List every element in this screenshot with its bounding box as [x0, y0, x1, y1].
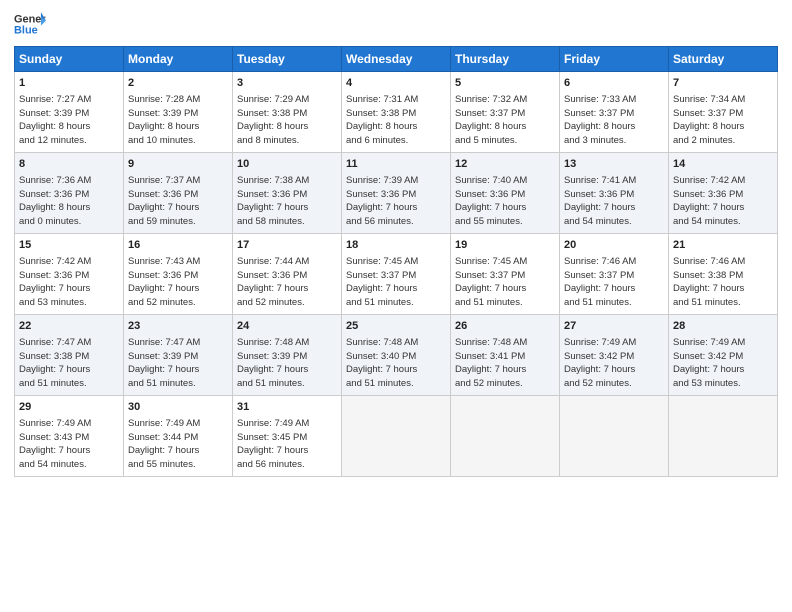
calendar-week-row: 8Sunrise: 7:36 AMSunset: 3:36 PMDaylight… [15, 153, 778, 234]
day-number: 6 [564, 76, 664, 92]
day-number: 22 [19, 319, 119, 335]
calendar-cell: 26Sunrise: 7:48 AMSunset: 3:41 PMDayligh… [451, 315, 560, 396]
calendar-cell: 7Sunrise: 7:34 AMSunset: 3:37 PMDaylight… [669, 72, 778, 153]
calendar-body: 1Sunrise: 7:27 AMSunset: 3:39 PMDaylight… [15, 72, 778, 477]
calendar-week-row: 22Sunrise: 7:47 AMSunset: 3:38 PMDayligh… [15, 315, 778, 396]
calendar-cell: 19Sunrise: 7:45 AMSunset: 3:37 PMDayligh… [451, 234, 560, 315]
calendar-cell: 27Sunrise: 7:49 AMSunset: 3:42 PMDayligh… [560, 315, 669, 396]
calendar-cell: 1Sunrise: 7:27 AMSunset: 3:39 PMDaylight… [15, 72, 124, 153]
calendar-cell [342, 396, 451, 477]
logo: General Blue [14, 10, 46, 38]
calendar-cell: 24Sunrise: 7:48 AMSunset: 3:39 PMDayligh… [233, 315, 342, 396]
calendar-header-row: SundayMondayTuesdayWednesdayThursdayFrid… [15, 47, 778, 72]
calendar-cell: 14Sunrise: 7:42 AMSunset: 3:36 PMDayligh… [669, 153, 778, 234]
day-number: 24 [237, 319, 337, 335]
header: General Blue [14, 10, 778, 38]
day-number: 21 [673, 238, 773, 254]
day-number: 17 [237, 238, 337, 254]
day-number: 18 [346, 238, 446, 254]
calendar-cell [669, 396, 778, 477]
day-number: 4 [346, 76, 446, 92]
calendar-cell: 10Sunrise: 7:38 AMSunset: 3:36 PMDayligh… [233, 153, 342, 234]
calendar-cell: 8Sunrise: 7:36 AMSunset: 3:36 PMDaylight… [15, 153, 124, 234]
day-number: 26 [455, 319, 555, 335]
calendar-cell [560, 396, 669, 477]
day-number: 8 [19, 157, 119, 173]
day-number: 25 [346, 319, 446, 335]
col-header-sunday: Sunday [15, 47, 124, 72]
day-number: 20 [564, 238, 664, 254]
calendar-cell: 30Sunrise: 7:49 AMSunset: 3:44 PMDayligh… [124, 396, 233, 477]
calendar-cell: 28Sunrise: 7:49 AMSunset: 3:42 PMDayligh… [669, 315, 778, 396]
day-number: 31 [237, 400, 337, 416]
day-number: 1 [19, 76, 119, 92]
calendar-cell [451, 396, 560, 477]
calendar-table: SundayMondayTuesdayWednesdayThursdayFrid… [14, 46, 778, 477]
day-number: 15 [19, 238, 119, 254]
calendar-week-row: 1Sunrise: 7:27 AMSunset: 3:39 PMDaylight… [15, 72, 778, 153]
day-number: 10 [237, 157, 337, 173]
col-header-saturday: Saturday [669, 47, 778, 72]
calendar-cell: 29Sunrise: 7:49 AMSunset: 3:43 PMDayligh… [15, 396, 124, 477]
calendar-cell: 16Sunrise: 7:43 AMSunset: 3:36 PMDayligh… [124, 234, 233, 315]
day-number: 11 [346, 157, 446, 173]
day-number: 7 [673, 76, 773, 92]
calendar-cell: 17Sunrise: 7:44 AMSunset: 3:36 PMDayligh… [233, 234, 342, 315]
calendar-cell: 2Sunrise: 7:28 AMSunset: 3:39 PMDaylight… [124, 72, 233, 153]
day-number: 30 [128, 400, 228, 416]
calendar-week-row: 15Sunrise: 7:42 AMSunset: 3:36 PMDayligh… [15, 234, 778, 315]
day-number: 14 [673, 157, 773, 173]
calendar-cell: 31Sunrise: 7:49 AMSunset: 3:45 PMDayligh… [233, 396, 342, 477]
day-number: 3 [237, 76, 337, 92]
calendar-cell: 4Sunrise: 7:31 AMSunset: 3:38 PMDaylight… [342, 72, 451, 153]
col-header-monday: Monday [124, 47, 233, 72]
svg-text:Blue: Blue [14, 24, 38, 36]
calendar-cell: 13Sunrise: 7:41 AMSunset: 3:36 PMDayligh… [560, 153, 669, 234]
calendar-cell: 9Sunrise: 7:37 AMSunset: 3:36 PMDaylight… [124, 153, 233, 234]
col-header-wednesday: Wednesday [342, 47, 451, 72]
calendar-cell: 25Sunrise: 7:48 AMSunset: 3:40 PMDayligh… [342, 315, 451, 396]
calendar-week-row: 29Sunrise: 7:49 AMSunset: 3:43 PMDayligh… [15, 396, 778, 477]
day-number: 23 [128, 319, 228, 335]
calendar-cell: 12Sunrise: 7:40 AMSunset: 3:36 PMDayligh… [451, 153, 560, 234]
col-header-thursday: Thursday [451, 47, 560, 72]
page-container: General Blue SundayMondayTuesdayWednesda… [0, 0, 792, 485]
day-number: 29 [19, 400, 119, 416]
day-number: 5 [455, 76, 555, 92]
day-number: 2 [128, 76, 228, 92]
col-header-friday: Friday [560, 47, 669, 72]
calendar-cell: 18Sunrise: 7:45 AMSunset: 3:37 PMDayligh… [342, 234, 451, 315]
calendar-cell: 23Sunrise: 7:47 AMSunset: 3:39 PMDayligh… [124, 315, 233, 396]
calendar-cell: 11Sunrise: 7:39 AMSunset: 3:36 PMDayligh… [342, 153, 451, 234]
calendar-cell: 15Sunrise: 7:42 AMSunset: 3:36 PMDayligh… [15, 234, 124, 315]
day-number: 27 [564, 319, 664, 335]
day-number: 12 [455, 157, 555, 173]
day-number: 16 [128, 238, 228, 254]
calendar-cell: 22Sunrise: 7:47 AMSunset: 3:38 PMDayligh… [15, 315, 124, 396]
calendar-cell: 5Sunrise: 7:32 AMSunset: 3:37 PMDaylight… [451, 72, 560, 153]
calendar-cell: 6Sunrise: 7:33 AMSunset: 3:37 PMDaylight… [560, 72, 669, 153]
day-number: 9 [128, 157, 228, 173]
calendar-cell: 3Sunrise: 7:29 AMSunset: 3:38 PMDaylight… [233, 72, 342, 153]
calendar-cell: 21Sunrise: 7:46 AMSunset: 3:38 PMDayligh… [669, 234, 778, 315]
col-header-tuesday: Tuesday [233, 47, 342, 72]
calendar-cell: 20Sunrise: 7:46 AMSunset: 3:37 PMDayligh… [560, 234, 669, 315]
day-number: 13 [564, 157, 664, 173]
day-number: 19 [455, 238, 555, 254]
day-number: 28 [673, 319, 773, 335]
logo-icon: General Blue [14, 10, 46, 38]
